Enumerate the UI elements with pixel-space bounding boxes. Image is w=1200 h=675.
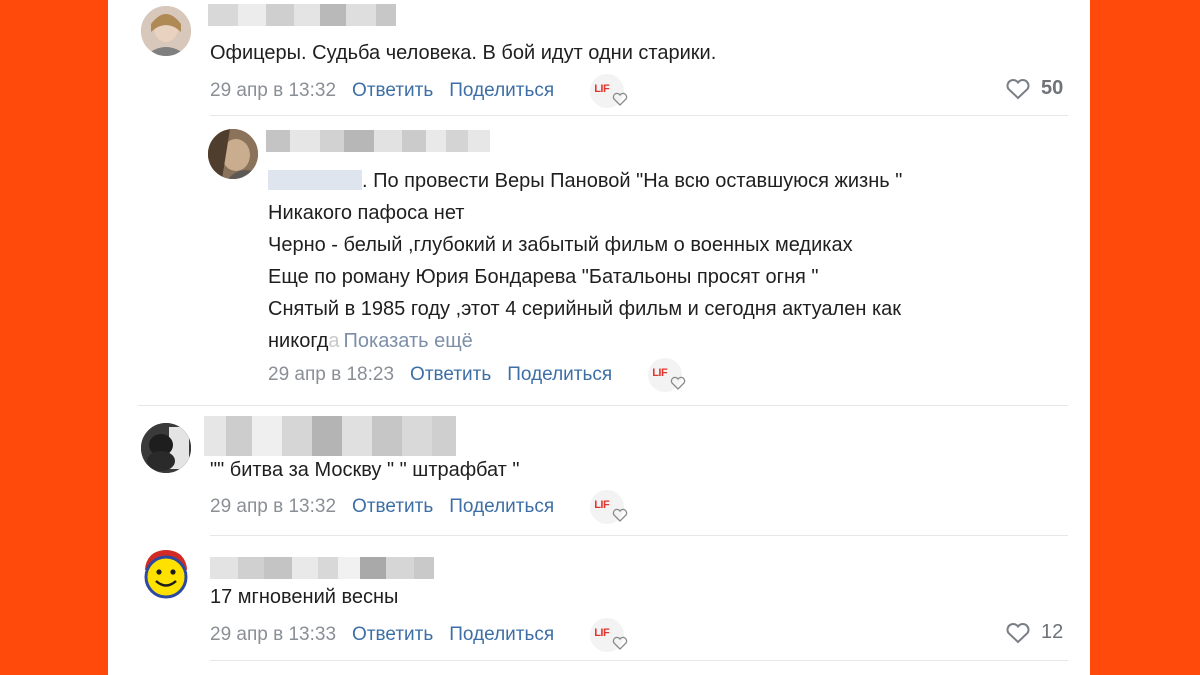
comment-line-1: . По провести Веры Пановой "На всю остав… bbox=[362, 170, 903, 192]
divider bbox=[210, 535, 1068, 536]
author-name-blurred[interactable] bbox=[208, 4, 396, 26]
comment-line-6: никогда Показать ещё bbox=[268, 325, 473, 357]
avatar[interactable] bbox=[141, 423, 191, 473]
like-counter[interactable]: 50 bbox=[1005, 77, 1063, 100]
avatar-photo-icon bbox=[141, 6, 191, 56]
comment-meta: 29 апр в 18:23 Ответить Поделиться LIF bbox=[268, 358, 686, 392]
reply-button[interactable]: Ответить bbox=[352, 80, 433, 102]
comment-text: Офицеры. Судьба человека. В бой идут одн… bbox=[210, 42, 717, 64]
divider bbox=[210, 660, 1068, 661]
comment-meta: 29 апр в 13:32 Ответить Поделиться LIF bbox=[210, 490, 628, 524]
avatar[interactable] bbox=[141, 6, 191, 56]
heart-icon bbox=[1006, 622, 1030, 643]
like-counter[interactable]: 12 bbox=[1005, 621, 1063, 644]
comment-line-2: Никакого пафоса нет bbox=[268, 202, 465, 224]
comment-line-6-text: никогд bbox=[268, 330, 329, 352]
divider bbox=[210, 115, 1068, 116]
share-button[interactable]: Поделиться bbox=[449, 80, 554, 102]
comment-date[interactable]: 29 апр в 13:33 bbox=[210, 624, 336, 646]
heart-icon bbox=[1006, 78, 1030, 99]
comment-line-5: Снятый в 1985 году ,этот 4 серийный филь… bbox=[268, 298, 902, 320]
comment-text: . По провести Веры Пановой "На всю остав… bbox=[268, 165, 902, 197]
share-button[interactable]: Поделиться bbox=[449, 624, 554, 646]
reply-button[interactable]: Ответить bbox=[410, 364, 491, 386]
lif-reaction-icon[interactable]: LIF bbox=[590, 74, 628, 108]
comment-text: 17 мгновений весны bbox=[210, 586, 399, 608]
lif-reaction-icon[interactable]: LIF bbox=[590, 490, 628, 524]
divider bbox=[138, 405, 1068, 406]
comments-panel: Офицеры. Судьба человека. В бой идут одн… bbox=[108, 0, 1090, 675]
comment-date[interactable]: 29 апр в 13:32 bbox=[210, 80, 336, 102]
comment-line-3: Черно - белый ,глубокий и забытый фильм … bbox=[268, 234, 853, 256]
author-name-blurred[interactable] bbox=[204, 416, 456, 456]
smiley-avatar-icon bbox=[144, 550, 188, 599]
reply-button[interactable]: Ответить bbox=[352, 624, 433, 646]
author-name-blurred[interactable] bbox=[210, 557, 434, 579]
comment-line-4: Еще по роману Юрия Бондарева "Батальоны … bbox=[268, 266, 819, 288]
truncated-fade: а bbox=[328, 330, 340, 352]
author-name-blurred[interactable] bbox=[266, 130, 490, 152]
avatar-photo-icon bbox=[141, 423, 191, 473]
comment-meta: 29 апр в 13:33 Ответить Поделиться LIF bbox=[210, 618, 628, 652]
like-count: 50 bbox=[1041, 77, 1064, 99]
lif-reaction-icon[interactable]: LIF bbox=[590, 618, 628, 652]
comment-meta: 29 апр в 13:32 Ответить Поделиться LIF bbox=[210, 74, 628, 108]
like-count: 12 bbox=[1041, 621, 1064, 643]
avatar[interactable] bbox=[141, 550, 191, 600]
mention-link-blurred[interactable] bbox=[268, 170, 362, 190]
avatar-photo-icon bbox=[208, 129, 258, 179]
reply-button[interactable]: Ответить bbox=[352, 496, 433, 518]
share-button[interactable]: Поделиться bbox=[507, 364, 612, 386]
avatar[interactable] bbox=[208, 129, 258, 179]
show-more-button[interactable]: Показать ещё bbox=[344, 330, 473, 352]
lif-reaction-icon[interactable]: LIF bbox=[648, 358, 686, 392]
comment-date[interactable]: 29 апр в 18:23 bbox=[268, 364, 394, 386]
share-button[interactable]: Поделиться bbox=[449, 496, 554, 518]
comment-date[interactable]: 29 апр в 13:32 bbox=[210, 496, 336, 518]
comment-text: "" битва за Москву " " штрафбат " bbox=[210, 459, 520, 481]
